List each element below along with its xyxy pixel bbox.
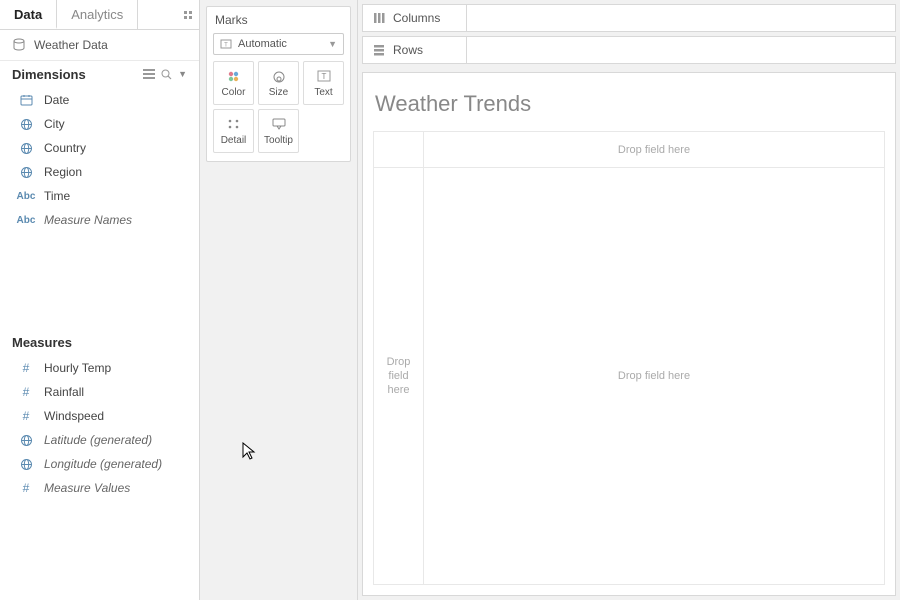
measure-field-measure-values[interactable]: # Measure Values [0,476,199,500]
drop-zone-columns-header[interactable]: Drop field here [424,132,884,168]
tab-data[interactable]: Data [0,0,57,29]
measures-section: Measures # Hourly Temp # Rainfall # Windspeed… [0,327,199,600]
marks-size-label: Size [269,87,288,98]
drop-zone-rows-header[interactable]: Drop field here [374,168,424,584]
field-label: Hourly Temp [44,359,187,377]
columns-drop-zone[interactable] [466,4,896,32]
measure-field-windspeed[interactable]: # Windspeed [0,404,199,428]
viz-drop-grid[interactable]: Drop field here Drop field here Drop fie… [373,131,885,585]
marks-detail-label: Detail [221,135,247,146]
geo-type-icon [18,166,34,179]
field-label: Region [44,163,187,181]
datasource-name: Weather Data [34,38,108,52]
field-label: Longitude (generated) [44,455,187,473]
mark-type-dropdown[interactable]: T Automatic ▼ [213,33,344,55]
measure-field-latitude-generated-[interactable]: Latitude (generated) [0,428,199,452]
measure-field-hourly-temp[interactable]: # Hourly Temp [0,356,199,380]
string-type-icon: Abc [18,189,34,204]
dimension-field-date[interactable]: Date [0,88,199,112]
automatic-mark-icon: T [220,39,232,49]
measure-field-rainfall[interactable]: # Rainfall [0,380,199,404]
field-label: Country [44,139,187,157]
string-type-icon: Abc [18,213,34,228]
geo-type-icon [18,458,34,471]
marks-tooltip-label: Tooltip [264,135,293,146]
number-type-icon: # [18,359,34,377]
number-type-icon: # [18,407,34,425]
dropdown-caret-icon[interactable]: ▼ [178,69,187,80]
marks-title: Marks [213,11,344,33]
rows-icon [373,44,385,56]
dimension-field-measure-names[interactable]: Abc Measure Names [0,208,199,232]
datasource-row[interactable]: Weather Data [0,30,199,61]
field-label: Measure Names [44,211,187,229]
dimension-field-region[interactable]: Region [0,160,199,184]
tab-analytics[interactable]: Analytics [57,0,138,29]
field-label: Windspeed [44,407,187,425]
marks-text-button[interactable]: T Text [303,61,344,105]
field-label: Date [44,91,187,109]
tab-menu-icon[interactable] [138,0,199,29]
sheet-title[interactable]: Weather Trends [373,87,885,131]
drop-zone-main[interactable]: Drop field here [424,168,884,584]
dimensions-title: Dimensions [12,67,86,82]
marks-size-button[interactable]: Size [258,61,299,105]
detail-icon [227,116,241,132]
svg-text:T: T [321,72,326,81]
svg-text:T: T [224,43,228,49]
columns-icon [373,12,385,24]
field-label: Latitude (generated) [44,431,187,449]
size-icon [271,68,287,84]
data-tabs: Data Analytics [0,0,199,30]
marks-card: Marks T Automatic ▼ Color Size [206,6,351,162]
geo-type-icon [18,434,34,447]
number-type-icon: # [18,479,34,497]
canvas-pane: Columns Rows Weather Trends Drop field h… [358,0,900,600]
marks-color-button[interactable]: Color [213,61,254,105]
search-icon[interactable] [161,69,172,80]
text-icon: T [317,68,331,84]
marks-color-label: Color [222,87,246,98]
mark-type-label: Automatic [238,38,287,50]
date-type-icon [18,94,34,106]
dimension-field-country[interactable]: Country [0,136,199,160]
rows-drop-zone[interactable] [466,36,896,64]
dimensions-section: Dimensions ▼ Date City Country Region Abc Tim… [0,61,199,242]
tooltip-icon [272,116,286,132]
marks-tooltip-button[interactable]: Tooltip [258,109,299,153]
geo-type-icon [18,118,34,131]
measures-title: Measures [12,335,72,350]
marks-detail-button[interactable]: Detail [213,109,254,153]
database-icon [12,38,26,52]
geo-type-icon [18,142,34,155]
dimension-field-city[interactable]: City [0,112,199,136]
marks-text-label: Text [314,87,332,98]
field-label: Time [44,187,187,205]
field-label: Measure Values [44,479,187,497]
field-label: City [44,115,187,133]
measure-field-longitude-generated-[interactable]: Longitude (generated) [0,452,199,476]
rows-shelf[interactable]: Rows [362,36,896,64]
dimension-field-time[interactable]: Abc Time [0,184,199,208]
view-list-icon[interactable] [143,69,155,80]
marks-pane: Marks T Automatic ▼ Color Size [200,0,358,600]
color-icon [227,68,241,84]
columns-shelf[interactable]: Columns [362,4,896,32]
columns-label: Columns [393,11,440,25]
field-label: Rainfall [44,383,187,401]
drop-grid-corner [374,132,424,168]
viz-area: Weather Trends Drop field here Drop fiel… [362,72,896,596]
data-pane: Data Analytics Weather Data Dimensions [0,0,200,600]
chevron-down-icon: ▼ [328,39,337,49]
number-type-icon: # [18,383,34,401]
rows-label: Rows [393,43,423,57]
